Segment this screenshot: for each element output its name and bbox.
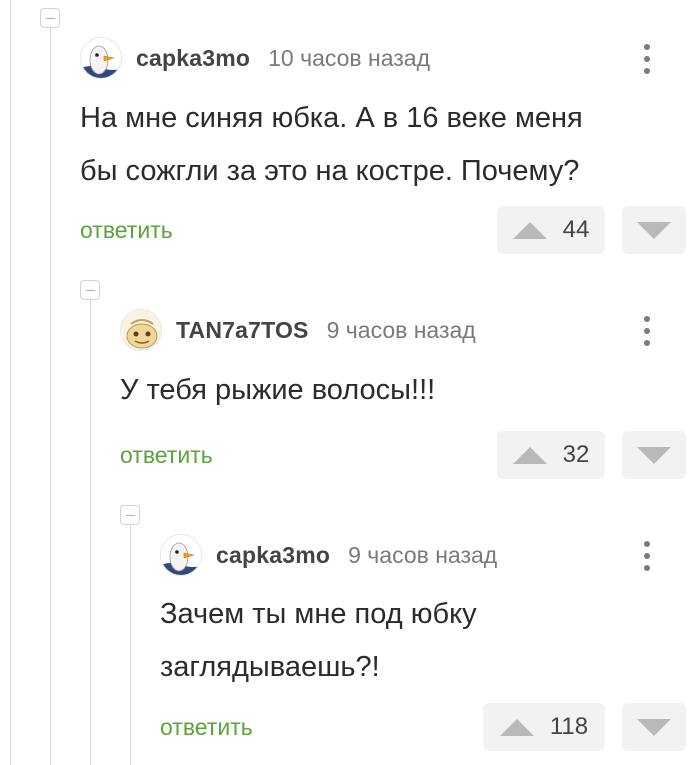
- comment-header: capka3mo 9 часов назад: [160, 534, 498, 576]
- comment-text: Зачем ты мне под юбку заглядываешь?!: [160, 598, 477, 683]
- more-options-icon[interactable]: [637, 42, 657, 76]
- downvote-button[interactable]: [622, 703, 686, 751]
- rating-count: 118: [549, 713, 589, 740]
- comment-timestamp: 9 часов назад: [326, 316, 476, 343]
- collapse-thread-button[interactable]: [120, 505, 140, 525]
- more-options-icon[interactable]: [637, 539, 657, 573]
- comment-text: На мне синяя юбка. А в 16 веке меня бы с…: [80, 102, 583, 187]
- comment-timestamp: 9 часов назад: [348, 541, 498, 568]
- thread-line: [90, 300, 91, 765]
- downvote-arrow-icon: [637, 221, 671, 239]
- reply-button[interactable]: ответить: [160, 714, 253, 741]
- collapse-thread-button[interactable]: [80, 280, 100, 300]
- upvote-arrow-icon: [512, 221, 547, 239]
- thread-line: [50, 28, 51, 765]
- comment-header: TAN7a7TOS 9 часов назад: [120, 309, 476, 351]
- upvote-button[interactable]: 32: [497, 431, 605, 479]
- rating-count: 44: [562, 216, 590, 243]
- downvote-arrow-icon: [637, 718, 671, 736]
- downvote-button[interactable]: [622, 206, 686, 254]
- goose-avatar[interactable]: [160, 534, 202, 576]
- comment-author[interactable]: capka3mo: [216, 542, 330, 569]
- upvote-button[interactable]: 118: [483, 703, 605, 751]
- downvote-arrow-icon: [637, 446, 671, 464]
- upvote-arrow-icon: [512, 446, 547, 464]
- upvote-button[interactable]: 44: [497, 206, 605, 254]
- rating-count: 32: [562, 441, 590, 468]
- comment-timestamp: 10 часов назад: [268, 44, 431, 71]
- reply-button[interactable]: ответить: [80, 217, 173, 244]
- comment-text: У тебя рыжие волосы!!!: [120, 374, 436, 406]
- thread-line: [10, 0, 11, 765]
- upvote-arrow-icon: [499, 718, 534, 736]
- cartoon-face-avatar[interactable]: [120, 309, 162, 351]
- collapse-thread-button[interactable]: [40, 8, 60, 28]
- downvote-button[interactable]: [622, 431, 686, 479]
- goose-avatar[interactable]: [80, 37, 122, 79]
- comment-author[interactable]: capka3mo: [136, 45, 250, 72]
- more-options-icon[interactable]: [637, 314, 657, 348]
- comment-author[interactable]: TAN7a7TOS: [176, 317, 309, 344]
- comment-header: capka3mo 10 часов назад: [80, 37, 431, 79]
- reply-button[interactable]: ответить: [120, 442, 213, 469]
- thread-line: [130, 525, 131, 765]
